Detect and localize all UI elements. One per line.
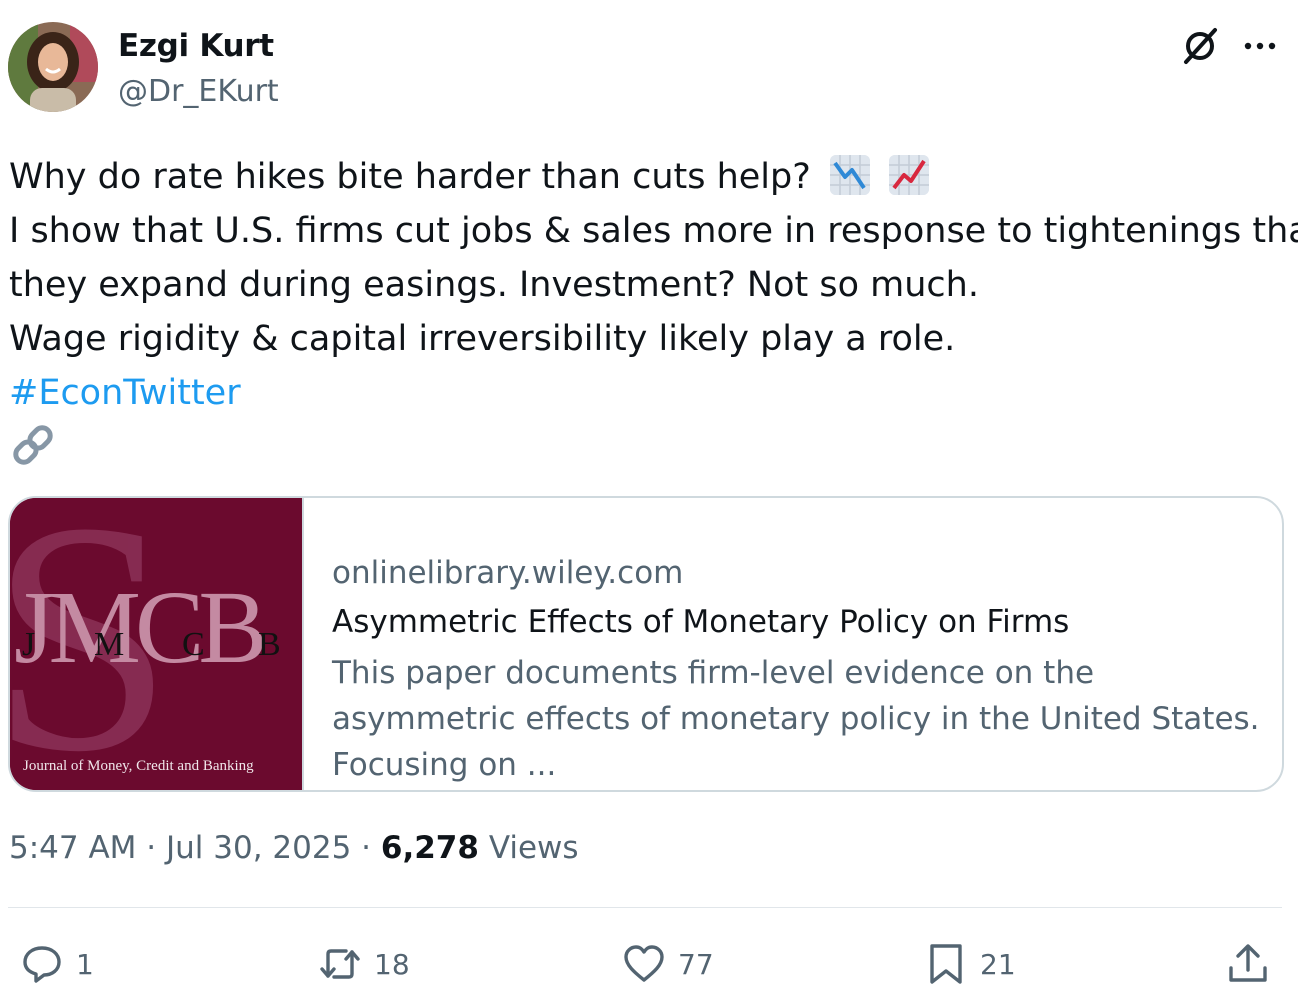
user-handle[interactable]: @Dr_EKurt (118, 74, 279, 109)
tweet-line-3: they expand during easings. Investment? … (9, 265, 979, 305)
card-domain: onlinelibrary.wiley.com (332, 555, 684, 591)
cover-big-letters: JMCB (14, 570, 268, 685)
bookmark-button[interactable]: 21 (924, 936, 1016, 992)
tweet-time[interactable]: 5:47 AM (9, 830, 136, 866)
repost-count: 18 (374, 947, 410, 981)
bookmark-count: 21 (980, 947, 1016, 981)
views-count: 6,278 (380, 830, 479, 866)
more-icon[interactable] (1238, 24, 1282, 68)
cover-letter-j: J (22, 626, 36, 663)
avatar[interactable] (8, 22, 98, 112)
divider (8, 907, 1282, 908)
tweet-line-1: Why do rate hikes bite harder than cuts … (9, 157, 811, 197)
chart-increasing-icon (889, 155, 930, 195)
tweet-text: Why do rate hikes bite harder than cuts … (9, 150, 1298, 420)
link-icon[interactable] (8, 420, 58, 470)
like-count: 77 (678, 947, 714, 981)
heart-icon (624, 945, 664, 982)
tweet-meta: 5:47 AM · Jul 30, 2025 · 6,278 Views (9, 830, 579, 866)
bookmark-icon (930, 944, 962, 984)
card-divider (302, 498, 304, 790)
share-icon (1229, 944, 1267, 982)
grok-icon[interactable] (1178, 24, 1222, 68)
journal-cover-image: S JMCB J M C B Journal of Money, Credit … (10, 498, 302, 790)
reply-button[interactable]: 1 (20, 936, 94, 992)
like-button[interactable]: 77 (622, 936, 714, 992)
reply-icon (23, 946, 61, 983)
reply-count: 1 (76, 947, 94, 981)
link-preview-card[interactable]: S JMCB J M C B Journal of Money, Credit … (8, 496, 1284, 792)
share-button[interactable] (1226, 936, 1270, 992)
cover-letter-b: B (258, 626, 281, 663)
chart-decreasing-icon (829, 155, 870, 195)
tweet-date[interactable]: Jul 30, 2025 (166, 830, 351, 866)
repost-button[interactable]: 18 (318, 936, 410, 992)
meta-separator: · (361, 830, 372, 866)
tweet-line-2: I show that U.S. firms cut jobs & sales … (9, 211, 1298, 251)
tweet-line-4: Wage rigidity & capital irreversibility … (9, 319, 956, 359)
card-description: This paper documents firm-level evidence… (332, 655, 1260, 783)
cover-letter-c: C (182, 626, 205, 663)
cover-letter-m: M (94, 626, 125, 663)
display-name[interactable]: Ezgi Kurt (118, 28, 274, 64)
hashtag-link[interactable]: #EconTwitter (9, 373, 241, 413)
repost-icon (320, 949, 360, 979)
card-title: Asymmetric Effects of Monetary Policy on… (332, 604, 1070, 640)
meta-separator: · (146, 830, 157, 866)
views-label: Views (488, 830, 579, 866)
cover-journal-name: Journal of Money, Credit and Banking (23, 758, 254, 774)
